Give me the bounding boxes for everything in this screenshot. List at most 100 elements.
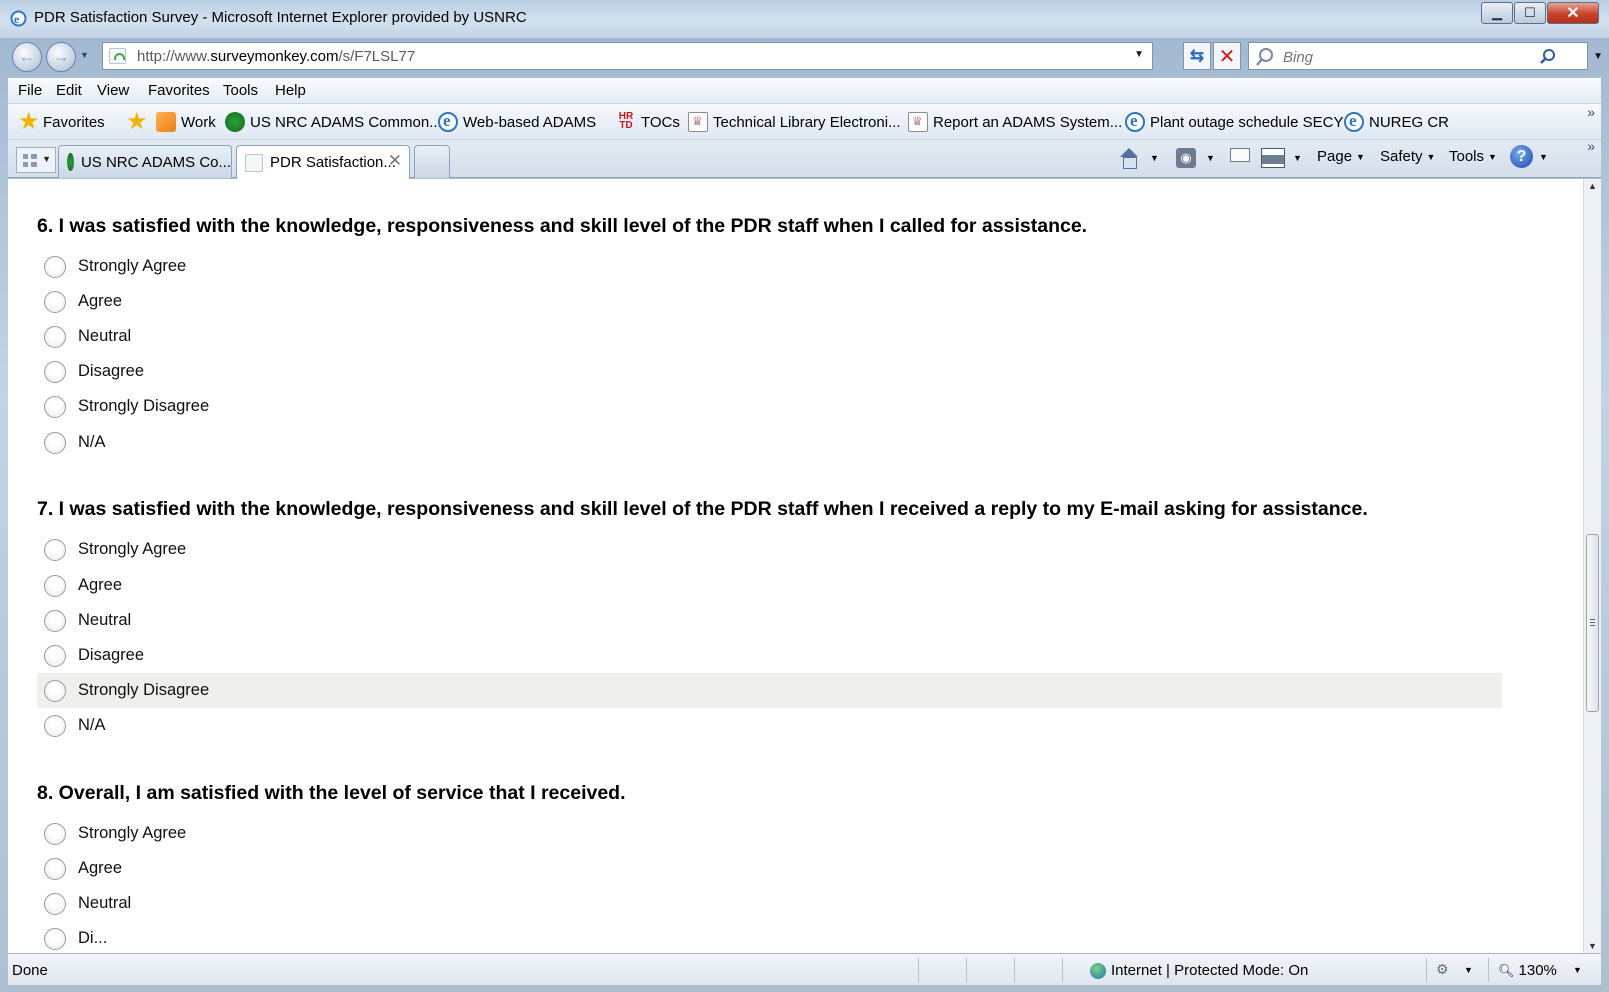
zoom-magnifier-icon: 🔍︎ [1498, 962, 1515, 978]
q7-option-strongly-agree[interactable]: Strongly Agree [37, 532, 1502, 567]
print-button[interactable]: ▼ [1261, 148, 1302, 168]
back-button[interactable]: ← [12, 42, 42, 72]
forward-button[interactable]: → [46, 42, 76, 72]
q8-option-strongly-agree[interactable]: Strongly Agree [37, 816, 1502, 851]
vertical-scrollbar[interactable]: ▲ ▼ [1583, 179, 1601, 953]
refresh-button[interactable]: ⇆ [1183, 42, 1211, 70]
page-menu-button[interactable]: Page ▼ [1317, 148, 1365, 165]
fav-plant-outage-schedule[interactable]: Plant outage schedule SECY [1125, 111, 1343, 132]
fav-web-based-adams[interactable]: Web-based ADAMS [438, 111, 596, 132]
maximize-button[interactable]: ☐ [1514, 2, 1546, 24]
tools-menu-button[interactable]: Tools ▼ [1449, 148, 1497, 165]
q6-option-na[interactable]: N/A [37, 425, 1502, 460]
fav-us-nrc-adams-common[interactable]: US NRC ADAMS Common... [225, 112, 442, 132]
menu-tools[interactable]: Tools [223, 82, 258, 99]
feeds-dropdown-icon[interactable]: ▼ [1206, 153, 1215, 163]
favorites-button[interactable]: ★ Favorites [18, 110, 105, 134]
stop-button[interactable]: ✕ [1213, 42, 1241, 70]
q7-option-agree[interactable]: Agree [37, 568, 1502, 603]
feeds-button[interactable]: ◉ ▼ [1176, 148, 1215, 168]
radio-button[interactable] [44, 290, 66, 313]
scroll-up-arrow-icon[interactable]: ▲ [1588, 181, 1597, 191]
menu-favorites[interactable]: Favorites [148, 82, 210, 99]
tab-pdr-satisfaction[interactable]: PDR Satisfaction... ✕ [236, 145, 410, 179]
help-icon: ? [1510, 145, 1533, 168]
menu-view[interactable]: View [97, 82, 129, 99]
q8-option-neutral[interactable]: Neutral [37, 886, 1502, 921]
q7-option-strongly-disagree[interactable]: Strongly Disagree [37, 673, 1502, 708]
fav-nureg-cr[interactable]: NUREG CR [1344, 111, 1449, 132]
q7-option-na[interactable]: N/A [37, 708, 1502, 743]
add-to-favorites-bar-button[interactable]: ★ [126, 110, 151, 134]
nrc-doc-icon [688, 112, 708, 132]
q6-option-disagree[interactable]: Disagree [37, 354, 1502, 389]
fav-technical-library[interactable]: Technical Library Electroni... [688, 112, 901, 132]
work-icon [156, 112, 176, 132]
radio-button[interactable] [44, 679, 66, 702]
home-dropdown-icon[interactable]: ▼ [1150, 153, 1159, 163]
command-bar-overflow-chevron-icon[interactable]: » [1587, 138, 1595, 154]
minimize-button[interactable]: ▁ [1481, 2, 1513, 24]
q7-option-disagree[interactable]: Disagree [37, 638, 1502, 673]
radio-button[interactable] [44, 609, 66, 632]
q8-option-disagree[interactable]: Di... [37, 921, 1502, 953]
radio-button[interactable] [44, 325, 66, 348]
help-dropdown-icon[interactable]: ▼ [1539, 152, 1548, 162]
svg-text:e: e [14, 12, 20, 26]
add-ons-icon[interactable]: ⚙ [1436, 961, 1449, 978]
new-tab-button[interactable] [414, 145, 450, 178]
radio-button[interactable] [44, 574, 66, 597]
tab-row: ▼ US NRC ADAMS Co... PDR Satisfaction...… [8, 138, 1601, 179]
radio-button[interactable] [44, 714, 66, 737]
safety-menu-button[interactable]: Safety ▼ [1380, 148, 1435, 165]
zoom-dropdown-icon[interactable]: ▼ [1573, 965, 1582, 975]
fav-tocs[interactable]: HR TD TOCs [616, 112, 680, 132]
recent-pages-dropdown-icon[interactable]: ▼ [80, 50, 89, 60]
radio-button[interactable] [44, 927, 66, 950]
zoom-level-button[interactable]: 🔍︎ 130% [1498, 962, 1557, 979]
quick-tabs-button[interactable]: ▼ [16, 147, 56, 173]
scrollbar-thumb[interactable] [1586, 534, 1599, 712]
tab-us-nrc-adams[interactable]: US NRC ADAMS Co... [58, 145, 232, 178]
print-dropdown-icon[interactable]: ▼ [1293, 153, 1302, 163]
radio-button[interactable] [44, 255, 66, 278]
menu-help[interactable]: Help [275, 82, 306, 99]
fav-report-adams-system[interactable]: Report an ADAMS System... [908, 112, 1122, 132]
q6-option-strongly-agree[interactable]: Strongly Agree [37, 249, 1502, 284]
radio-button[interactable] [44, 644, 66, 667]
tab-list-dropdown-icon[interactable]: ▼ [42, 154, 51, 164]
menu-file[interactable]: File [18, 82, 42, 99]
radio-button[interactable] [44, 538, 66, 561]
add-ons-dropdown-icon[interactable]: ▼ [1464, 965, 1473, 975]
search-options-dropdown-icon[interactable]: ▼ [1593, 51, 1603, 62]
radio-button[interactable] [44, 360, 66, 383]
radio-button[interactable] [44, 822, 66, 845]
q7-option-neutral[interactable]: Neutral [37, 603, 1502, 638]
search-go-icon[interactable] [1539, 48, 1557, 66]
menu-edit[interactable]: Edit [56, 82, 82, 99]
scroll-down-arrow-icon[interactable]: ▼ [1588, 941, 1597, 951]
read-mail-button[interactable] [1230, 148, 1250, 162]
q6-option-neutral[interactable]: Neutral [37, 319, 1502, 354]
close-window-button[interactable]: ✕ [1547, 2, 1599, 24]
radio-button[interactable] [44, 892, 66, 915]
close-tab-icon[interactable]: ✕ [388, 151, 402, 171]
home-button[interactable]: ▼ [1118, 148, 1159, 169]
address-url[interactable]: http://www.surveymonkey.com/s/F7LSL77 [137, 48, 415, 65]
internet-globe-icon [1090, 962, 1106, 979]
q8-option-agree[interactable]: Agree [37, 851, 1502, 886]
security-zone[interactable]: Internet | Protected Mode: On [1090, 962, 1308, 979]
menu-bar: File Edit View Favorites Tools Help [8, 77, 1601, 103]
favorites-overflow-chevron-icon[interactable]: » [1587, 104, 1595, 120]
address-dropdown-icon[interactable]: ▼ [1134, 49, 1144, 60]
radio-button[interactable] [44, 431, 66, 454]
help-button[interactable]: ? ▼ [1510, 145, 1548, 168]
q6-option-strongly-disagree[interactable]: Strongly Disagree [37, 389, 1502, 424]
search-input[interactable] [1283, 47, 1543, 67]
radio-button[interactable] [44, 857, 66, 880]
search-box[interactable]: ▼ [1248, 42, 1603, 70]
q6-option-agree[interactable]: Agree [37, 284, 1502, 319]
fav-work[interactable]: Work [156, 112, 216, 132]
address-bar[interactable]: http://www.surveymonkey.com/s/F7LSL77 ▼ [102, 42, 1153, 70]
radio-button[interactable] [44, 395, 66, 418]
